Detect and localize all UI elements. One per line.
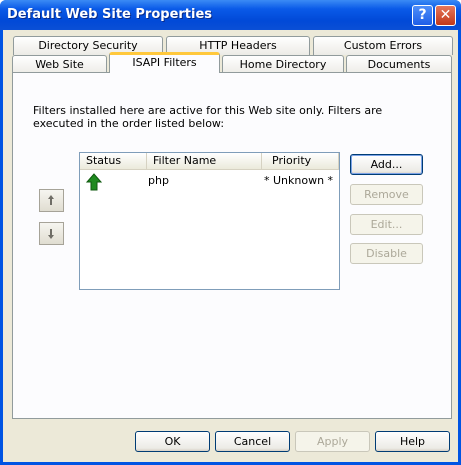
column-status[interactable]: Status — [80, 153, 147, 170]
filters-description: Filters installed here are active for th… — [33, 104, 383, 130]
disable-button[interactable]: Disable — [350, 243, 423, 264]
move-up-button[interactable] — [39, 189, 64, 212]
ok-button[interactable]: OK — [135, 431, 210, 452]
filter-priority-cell: * Unknown * — [264, 174, 334, 187]
help-title-button[interactable]: ? — [412, 5, 433, 26]
column-priority[interactable]: Priority — [262, 153, 339, 170]
move-down-button[interactable] — [39, 222, 64, 245]
filter-status-icon — [85, 173, 103, 195]
tab-isapi-filters[interactable]: ISAPI Filters — [109, 52, 220, 73]
filters-list[interactable]: Status Filter Name Priority php * Unknow… — [79, 152, 340, 290]
move-up-arrow-icon — [48, 195, 54, 205]
add-button[interactable]: Add... — [350, 154, 423, 175]
title-bar[interactable]: Default Web Site Properties ? ✕ — [0, 0, 461, 30]
close-button[interactable]: ✕ — [435, 5, 456, 26]
filter-name-cell[interactable]: php — [148, 174, 169, 188]
help-button[interactable]: Help — [375, 431, 450, 452]
edit-button[interactable]: Edit... — [350, 214, 423, 235]
tab-custom-errors[interactable]: Custom Errors — [313, 36, 453, 55]
move-down-arrow-icon — [48, 229, 54, 239]
cancel-button[interactable]: Cancel — [215, 431, 290, 452]
apply-button[interactable]: Apply — [295, 431, 370, 452]
window-title: Default Web Site Properties — [7, 7, 213, 22]
green-up-arrow-icon — [85, 173, 103, 191]
column-filter-name[interactable]: Filter Name — [147, 153, 262, 170]
remove-button[interactable]: Remove — [350, 184, 423, 205]
properties-window: Default Web Site Properties ? ✕ Director… — [0, 0, 461, 465]
